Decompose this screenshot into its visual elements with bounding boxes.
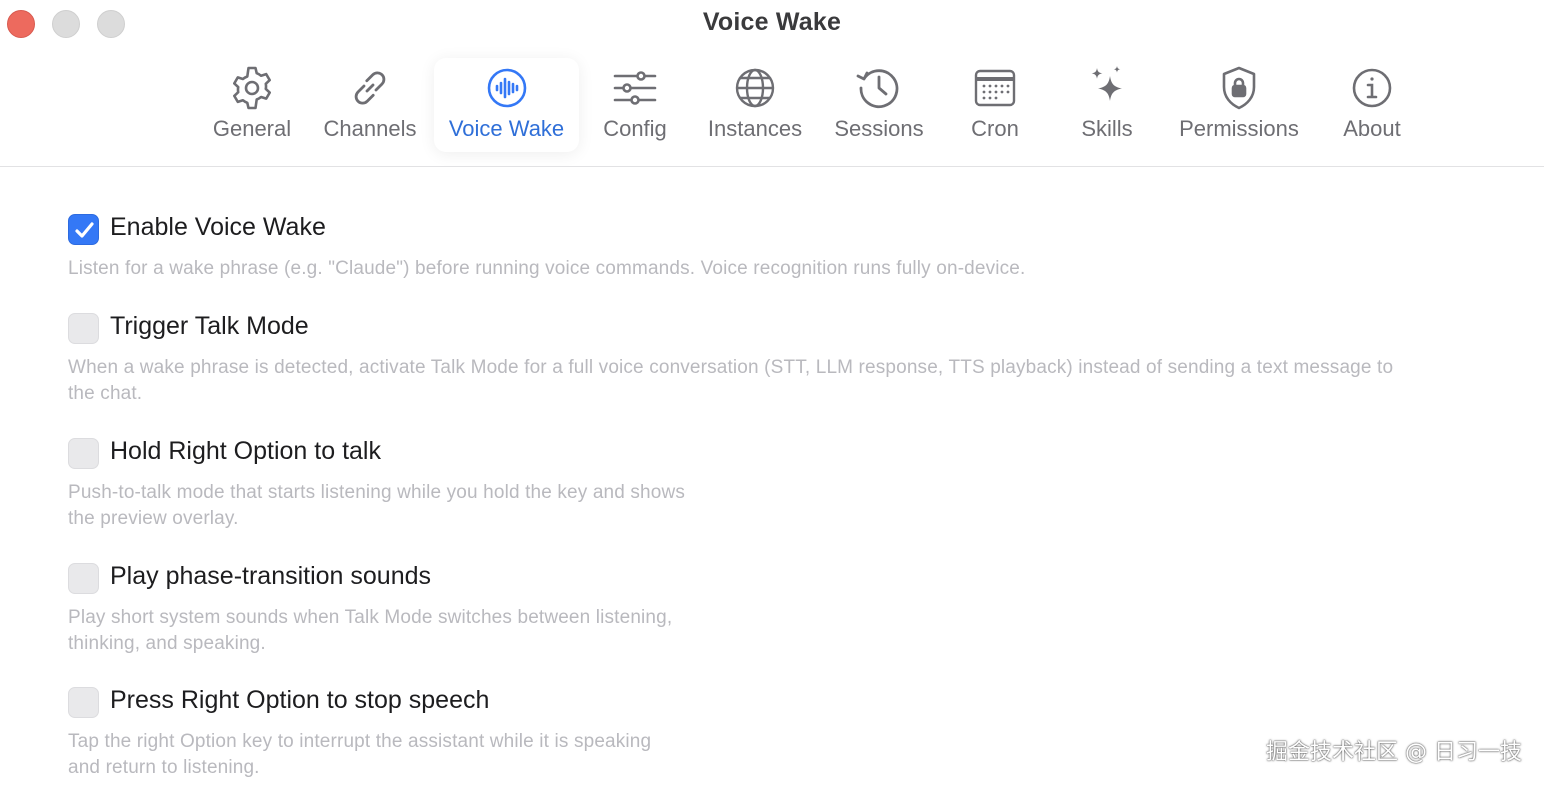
info-icon	[1348, 64, 1396, 112]
enable-voice-wake-checkbox[interactable]	[68, 214, 99, 245]
shield-lock-icon	[1215, 64, 1263, 112]
tab-label: Config	[603, 116, 667, 141]
tab-label: Channels	[323, 116, 417, 141]
tab-about[interactable]: About	[1332, 58, 1412, 152]
tab-channels[interactable]: Channels	[318, 58, 422, 152]
setting-description: When a wake phrase is detected, activate…	[68, 357, 1394, 404]
tab-instances[interactable]: Instances	[700, 58, 810, 152]
gear-icon	[228, 64, 276, 112]
trigger-talk-mode-checkbox[interactable]	[68, 313, 99, 344]
globe-icon	[731, 64, 779, 112]
tab-label: General	[212, 116, 292, 141]
calendar-icon	[971, 64, 1019, 112]
tab-sessions[interactable]: Sessions	[826, 58, 932, 152]
tab-label: About	[1343, 116, 1401, 141]
tab-label: Skills	[1081, 116, 1133, 141]
tab-voice-wake[interactable]: Voice Wake	[434, 58, 579, 152]
setting-title: Hold Right Option to talk	[110, 437, 381, 465]
setting-title: Play phase-transition sounds	[110, 562, 432, 590]
tab-general[interactable]: General	[202, 58, 302, 152]
phase-transition-sounds-checkbox[interactable]	[68, 563, 99, 594]
waveform-icon	[483, 64, 531, 112]
checkmark-icon	[75, 222, 94, 238]
toolbar-divider	[0, 166, 1544, 167]
setting-description: Tap the right Option key to interrupt th…	[68, 731, 652, 778]
hold-right-option-checkbox[interactable]	[68, 438, 99, 469]
tab-label: Instances	[707, 116, 803, 141]
press-right-option-stop-checkbox[interactable]	[68, 687, 99, 718]
setting-title: Trigger Talk Mode	[110, 312, 309, 340]
preferences-toolbar: General Channels Voice Wake Config Insta…	[0, 58, 1544, 166]
setting-description: Listen for a wake phrase (e.g. "Claude")…	[68, 258, 1026, 279]
watermark: 掘金技术社区 @ 日习一技	[1266, 740, 1522, 765]
tab-skills[interactable]: Skills	[1067, 58, 1147, 152]
tab-label: Permissions	[1179, 116, 1299, 141]
tab-config[interactable]: Config	[592, 58, 678, 152]
sparkles-icon	[1083, 64, 1131, 112]
setting-title: Press Right Option to stop speech	[110, 686, 490, 714]
setting-title: Enable Voice Wake	[110, 213, 326, 241]
tab-label: Cron	[971, 116, 1019, 141]
tab-cron[interactable]: Cron	[955, 58, 1035, 152]
tab-label: Voice Wake	[448, 116, 565, 141]
tab-label: Sessions	[834, 116, 924, 141]
link-icon	[346, 64, 394, 112]
tab-permissions[interactable]: Permissions	[1170, 58, 1308, 152]
sliders-icon	[611, 64, 659, 112]
settings-window: Voice Wake General Channels Voice Wake C…	[0, 0, 1544, 788]
window-title: Voice Wake	[702, 8, 842, 36]
setting-description: Play short system sounds when Talk Mode …	[68, 607, 673, 654]
clock-history-icon	[855, 64, 903, 112]
setting-description: Push-to-talk mode that starts listening …	[68, 482, 686, 529]
